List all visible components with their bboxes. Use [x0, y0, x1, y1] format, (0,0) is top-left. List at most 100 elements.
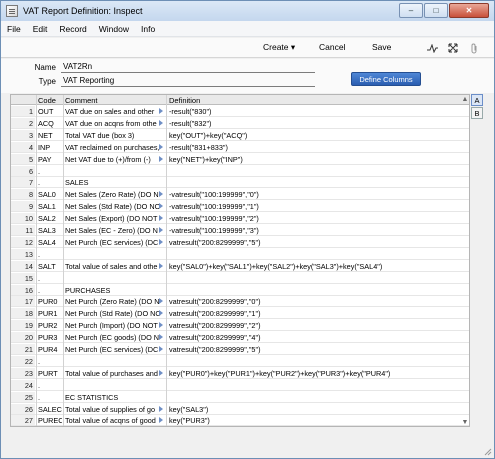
save-button[interactable]: Save	[372, 42, 391, 52]
definition-cell[interactable]: vatresult("200:8299999","2")	[169, 321, 469, 330]
comment-cell[interactable]: Net Sales (EC - Zero) (DO N	[65, 226, 165, 235]
close-button[interactable]: ✕	[449, 3, 489, 18]
definition-cell[interactable]: vatresult("200:8299999","1")	[169, 309, 469, 318]
definition-cell[interactable]: -vatresult("100:199999","2")	[169, 214, 469, 223]
definition-cell[interactable]: key("SAL0")+key("SAL1")+key("SAL2")+key(…	[169, 262, 469, 271]
code-cell[interactable]: .	[38, 250, 62, 259]
definition-cell[interactable]: -result("832")	[169, 119, 469, 128]
expand-arrow-icon[interactable]	[159, 203, 163, 210]
table-row[interactable]: 19 PUR2 Net Purch (Import) (DO NOT vatresul…	[11, 320, 469, 332]
comment-cell[interactable]: EC STATISTICS	[65, 393, 165, 402]
definition-cell[interactable]: vatresult("200:8299999","5")	[169, 345, 469, 354]
table-row[interactable]: 13.	[11, 248, 469, 260]
code-cell[interactable]: .	[38, 167, 62, 176]
table-row[interactable]: 20 PUR3 Net Purch (EC goods) (DO N vatresul…	[11, 332, 469, 344]
code-cell[interactable]: NET	[38, 131, 62, 140]
comment-cell[interactable]: VAT due on acqns from othe	[65, 119, 165, 128]
expand-arrow-icon[interactable]	[159, 227, 163, 233]
table-row[interactable]: 8 SAL0 Net Sales (Zero Rate) (DO N -vatresu…	[11, 189, 469, 201]
expand-arrow-icon[interactable]	[159, 405, 163, 412]
create-button[interactable]: Create ▾	[263, 42, 295, 53]
expand-arrow-icon[interactable]	[159, 119, 163, 126]
table-row[interactable]: 15.	[11, 272, 469, 284]
table-row[interactable]: 14 SALT Total value of sales and othe key("…	[11, 260, 469, 272]
code-cell[interactable]: SALEC	[38, 405, 62, 414]
code-cell[interactable]: SALT	[38, 262, 62, 271]
code-cell[interactable]: PUR2	[38, 321, 62, 330]
comment-cell[interactable]: Net VAT due to (+)/from (-)	[65, 155, 165, 164]
definition-cell[interactable]: -vatresult("100:199999","0")	[169, 190, 469, 199]
code-cell[interactable]: ACQ	[38, 119, 62, 128]
expand-arrow-icon[interactable]	[159, 346, 163, 352]
comment-cell[interactable]: Net Purch (Zero Rate) (DO N	[65, 297, 165, 306]
table-row[interactable]: 3 NET Total VAT due (box 3) key("OUT")+key(…	[11, 129, 469, 141]
menu-info[interactable]: Info	[135, 24, 161, 34]
comment-cell[interactable]: Net Purch (Import) (DO NOT	[65, 321, 165, 330]
table-row[interactable]: 22.	[11, 355, 469, 367]
definition-cell[interactable]: key("SAL3")	[169, 405, 469, 414]
definition-cell[interactable]: key("PUR3")	[169, 416, 469, 425]
comment-cell[interactable]: Net Sales (Std Rate) (DO NO	[65, 202, 165, 211]
paperclip-icon[interactable]	[467, 41, 481, 55]
table-row[interactable]: 16. PURCHASES	[11, 284, 469, 296]
table-row[interactable]: 5 PAY Net VAT due to (+)/from (-) key("NET"…	[11, 153, 469, 165]
comment-cell[interactable]: Net Purch (Std Rate) (DO NO	[65, 309, 165, 318]
expand-arrow-icon[interactable]	[159, 298, 163, 305]
table-row[interactable]: 1 OUT VAT due on sales and other -result("8…	[11, 106, 469, 117]
code-cell[interactable]: .	[38, 393, 62, 402]
comment-cell[interactable]: Net Sales (Zero Rate) (DO N	[65, 190, 165, 199]
expand-icon[interactable]	[446, 41, 460, 55]
comment-cell[interactable]: Net Purch (EC services) (DC	[65, 345, 165, 354]
tab-a[interactable]: A	[471, 94, 483, 106]
expand-arrow-icon[interactable]	[159, 238, 163, 245]
definition-cell[interactable]: key("NET")+key("INP")	[169, 155, 469, 164]
comment-cell[interactable]: Total VAT due (box 3)	[65, 131, 165, 140]
column-header-comment[interactable]: Comment	[65, 96, 98, 105]
expand-arrow-icon[interactable]	[159, 417, 163, 424]
type-field[interactable]: VAT Reporting	[61, 76, 315, 87]
code-cell[interactable]: PUR3	[38, 333, 62, 342]
comment-cell[interactable]: PURCHASES	[65, 286, 165, 295]
resize-grip-icon[interactable]	[482, 446, 492, 456]
table-row[interactable]: 9 SAL1 Net Sales (Std Rate) (DO NO -vatresu…	[11, 201, 469, 213]
table-row[interactable]: 27 PUREC Total value of acqns of good key("…	[11, 415, 469, 426]
expand-arrow-icon[interactable]	[159, 191, 163, 198]
expand-arrow-icon[interactable]	[159, 262, 163, 269]
code-cell[interactable]: PUR0	[38, 297, 62, 306]
activity-icon[interactable]	[425, 41, 439, 55]
table-row[interactable]: 23 PURT Total value of purchases and key("P…	[11, 367, 469, 379]
code-cell[interactable]: .	[38, 286, 62, 295]
menu-edit[interactable]: Edit	[27, 24, 54, 34]
definition-cell[interactable]: key("PUR0")+key("PUR1")+key("PUR2")+key(…	[169, 369, 469, 378]
table-row[interactable]: 26 SALEC Total value of supplies of go key(…	[11, 403, 469, 415]
minimize-button[interactable]: –	[399, 3, 423, 18]
code-cell[interactable]: OUT	[38, 107, 62, 116]
define-columns-button[interactable]: Define Columns	[351, 72, 421, 86]
definition-cell[interactable]: -vatresult("100:199999","1")	[169, 202, 469, 211]
code-cell[interactable]: PUR1	[38, 309, 62, 318]
comment-cell[interactable]: Net Purch (EC services) (DC	[65, 238, 165, 247]
tab-b[interactable]: B	[471, 107, 483, 119]
table-row[interactable]: 2 ACQ VAT due on acqns from othe -result("8…	[11, 117, 469, 129]
table-row[interactable]: 10 SAL2 Net Sales (Export) (DO NOT -vatresu…	[11, 213, 469, 225]
comment-cell[interactable]: Total value of supplies of go	[65, 405, 165, 414]
code-cell[interactable]: PURT	[38, 369, 62, 378]
definition-cell[interactable]: vatresult("200:8299999","4")	[169, 333, 469, 342]
cancel-button[interactable]: Cancel	[319, 42, 345, 52]
comment-cell[interactable]: VAT reclaimed on purchases,	[65, 143, 165, 152]
code-cell[interactable]: .	[38, 357, 62, 366]
column-header-definition[interactable]: Definition	[169, 96, 200, 105]
code-cell[interactable]: PUR4	[38, 345, 62, 354]
table-row[interactable]: 17 PUR0 Net Purch (Zero Rate) (DO N vatresu…	[11, 296, 469, 308]
comment-cell[interactable]: Total value of purchases and	[65, 369, 165, 378]
comment-cell[interactable]: Total value of sales and othe	[65, 262, 165, 271]
menu-file[interactable]: File	[1, 24, 27, 34]
code-cell[interactable]: SAL3	[38, 226, 62, 235]
comment-cell[interactable]: Net Sales (Export) (DO NOT	[65, 214, 165, 223]
menu-record[interactable]: Record	[53, 24, 92, 34]
comment-cell[interactable]: VAT due on sales and other	[65, 107, 165, 116]
expand-arrow-icon[interactable]	[159, 215, 163, 222]
column-header-code[interactable]: Code	[38, 96, 56, 105]
scroll-up-arrow[interactable]: ▲	[460, 94, 470, 104]
expand-arrow-icon[interactable]	[159, 322, 163, 329]
